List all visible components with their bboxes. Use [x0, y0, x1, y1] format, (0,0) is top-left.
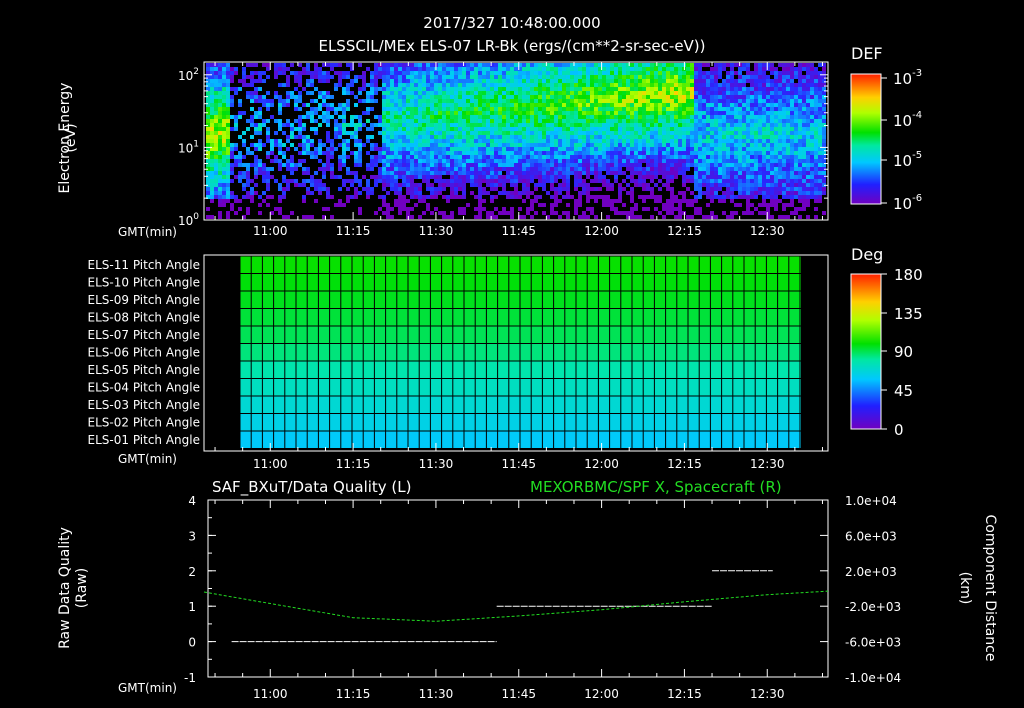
energy-tick-label: 100	[178, 212, 199, 228]
pitch-row-label: ELS-03 Pitch Angle	[88, 398, 200, 412]
pitch-row-label: ELS-10 Pitch Angle	[88, 276, 200, 290]
pitch-row-label: ELS-01 Pitch Angle	[88, 433, 200, 447]
def-colorbar-tick: 10-6	[893, 193, 922, 213]
def-colorbar-tick: 10-4	[893, 110, 922, 130]
deg-colorbar-tick: 90	[894, 343, 913, 361]
pitch-row-label: ELS-11 Pitch Angle	[88, 258, 200, 272]
distance-tick-label: -2.0e+03	[845, 600, 901, 614]
distance-tick-label: 6.0e+03	[845, 529, 897, 543]
x-tick-label: 11:45	[501, 457, 536, 471]
deg-colorbar-tick: 180	[894, 266, 923, 284]
def-colorbar-tick: 10-5	[893, 150, 922, 170]
figure-canvas: 100101102 10-310-410-510-6 ELS-11 Pitch …	[88, 61, 923, 701]
x-tick-label: 12:00	[584, 224, 619, 238]
distance-tick-label: 2.0e+03	[845, 565, 897, 579]
def-colorbar-ticks: 10-3 10-4 10-5 10-6	[881, 68, 922, 213]
x-tick-label: 11:15	[336, 687, 371, 701]
energy-tick-label: 102	[178, 67, 199, 83]
x-tick-label: 11:00	[253, 457, 288, 471]
x-tick-label: 11:30	[419, 224, 454, 238]
x-tick-label: 11:45	[501, 687, 536, 701]
distance-tick-label: -1.0e+04	[845, 671, 901, 685]
x-tick-label: 12:30	[750, 687, 785, 701]
deg-colorbar-tick: 135	[894, 305, 923, 323]
quality-tick-label: 2	[188, 565, 196, 579]
pitch-row-label: ELS-02 Pitch Angle	[88, 416, 200, 430]
gmt-label: GMT(min)	[118, 681, 177, 695]
pitch-row-label: ELS-08 Pitch Angle	[88, 311, 200, 325]
pitch-row-label: ELS-06 Pitch Angle	[88, 346, 200, 360]
def-colorbar-tick: 10-3	[893, 68, 922, 88]
deg-colorbar-tick: 0	[894, 421, 904, 439]
x-tick-label: 12:15	[667, 687, 702, 701]
x-tick-label: 11:30	[419, 687, 454, 701]
quality-tick-label: -1	[184, 671, 196, 685]
gmt-label: GMT(min)	[118, 452, 177, 466]
x-tick-label: 11:00	[253, 687, 288, 701]
deg-colorbar-tick: 45	[894, 382, 913, 400]
timeseries-panel: 4 3 2 1 0 -1 1.0e+04 6.0e+03 2.0e+03 -2.0e+03 -6.0…	[184, 494, 901, 685]
deg-colorbar	[850, 273, 882, 430]
x-tick-label: 12:00	[584, 457, 619, 471]
quality-tick-label: 0	[188, 636, 196, 650]
pitch-row-label: ELS-05 Pitch Angle	[88, 363, 200, 377]
x-tick-label: 11:15	[336, 224, 371, 238]
x-tick-label: 12:30	[750, 224, 785, 238]
pitch-row-label: ELS-07 Pitch Angle	[88, 328, 200, 342]
gmt-label: GMT(min)	[118, 225, 177, 239]
distance-tick-label: 1.0e+04	[845, 494, 897, 508]
x-tick-label: 11:45	[501, 224, 536, 238]
pitch-row-label: ELS-04 Pitch Angle	[88, 381, 200, 395]
x-tick-label: 11:15	[336, 457, 371, 471]
energy-spectrogram	[203, 61, 829, 221]
pitch-angle-panel	[203, 254, 829, 452]
distance-tick-label: -6.0e+03	[845, 636, 901, 650]
quality-tick-label: 4	[188, 494, 196, 508]
deg-colorbar-ticks: 180 135 90 45 0	[881, 266, 923, 439]
x-tick-label: 12:00	[584, 687, 619, 701]
energy-tick-label: 101	[178, 139, 199, 155]
x-tick-label: 12:15	[667, 457, 702, 471]
x-tick-label: 11:30	[419, 457, 454, 471]
quality-tick-label: 1	[188, 600, 196, 614]
def-colorbar	[850, 73, 882, 205]
x-tick-label: 12:30	[750, 457, 785, 471]
x-tick-label: 11:00	[253, 224, 288, 238]
pitch-row-label: ELS-09 Pitch Angle	[88, 293, 200, 307]
quality-tick-label: 3	[188, 529, 196, 543]
x-tick-label: 12:15	[667, 224, 702, 238]
